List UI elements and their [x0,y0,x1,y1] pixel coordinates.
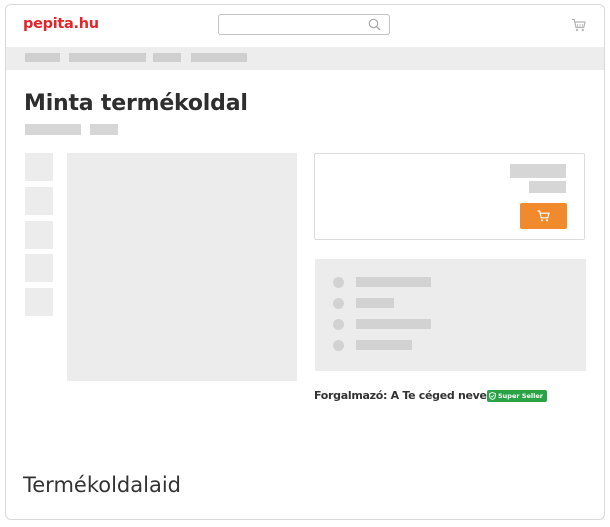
seller-name[interactable]: Forgalmazó: A Te céged neve [314,389,487,402]
detail-placeholder [356,277,431,287]
badge-label: Super Seller [498,392,543,400]
preview-card: pepita.hu Minta termékoldal Forgalmazó: … [5,4,605,520]
super-seller-badge: Super Seller [487,390,547,402]
nav-item-placeholder[interactable] [191,53,247,62]
add-to-cart-button[interactable] [520,203,567,229]
thumbnail[interactable] [25,288,53,316]
thumbnail[interactable] [25,221,53,249]
detail-placeholder [356,319,431,329]
search-input[interactable] [218,14,390,35]
bullet-icon [333,277,344,288]
thumbnail[interactable] [25,153,53,181]
shopping-cart-icon [537,210,550,222]
bullet-icon [333,340,344,351]
nav-item-placeholder[interactable] [69,53,146,62]
detail-placeholder [356,340,412,350]
nav-item-placeholder[interactable] [25,53,60,62]
page-title: Minta termékoldal [24,91,248,116]
nav-item-placeholder[interactable] [153,53,181,62]
bullet-icon [333,319,344,330]
site-header: pepita.hu [6,5,604,47]
thumbnail[interactable] [25,187,53,215]
site-logo[interactable]: pepita.hu [23,16,99,32]
breadcrumb-placeholder [90,124,118,135]
price-sub-placeholder [529,181,566,193]
search-icon[interactable] [368,18,381,31]
product-image[interactable] [67,153,297,381]
shield-check-icon [489,392,496,400]
card-caption: Termékoldalaid [23,473,181,497]
detail-placeholder [356,298,394,308]
shopping-cart-icon[interactable] [571,18,586,32]
category-nav [6,47,604,70]
breadcrumb-placeholder [25,124,81,135]
product-details-box [315,259,586,371]
thumbnail[interactable] [25,254,53,282]
bullet-icon [333,298,344,309]
price-placeholder [510,164,566,178]
